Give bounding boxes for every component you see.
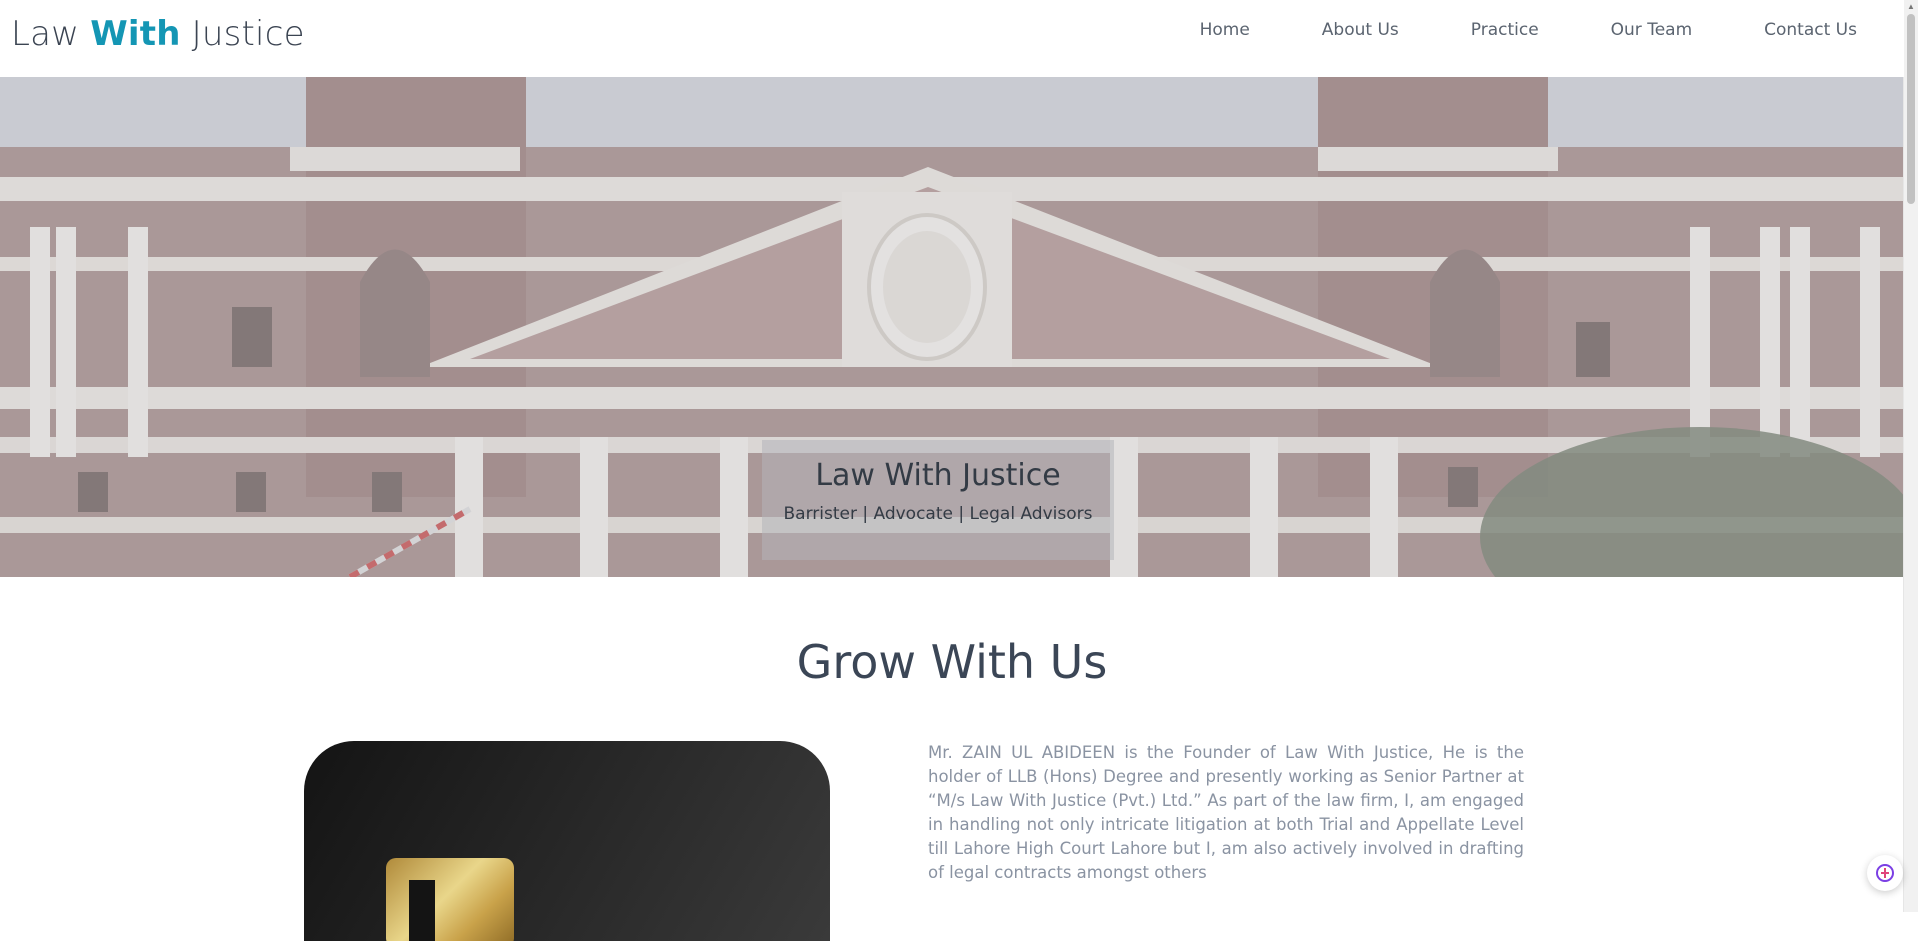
brand-text-with: With [90,14,181,54]
assistant-button[interactable] [1867,855,1903,891]
hero-subtitle: Barrister | Advocate | Legal Advisors [783,504,1093,524]
founder-bio: Mr. ZAIN UL ABIDEEN is the Founder of La… [928,743,1524,882]
hero-title: Law With Justice [815,458,1061,493]
navbar: Law With Justice Home About Us Practice … [0,0,1904,77]
nav-about-us[interactable]: About Us [1322,20,1399,40]
firm-logo-badge [386,858,514,941]
nav-contact-us[interactable]: Contact Us [1764,20,1857,40]
hero-caption: Law With Justice Barrister | Advocate | … [762,440,1114,560]
brand-text-law: Law [11,14,91,54]
brand-logo[interactable]: Law With Justice [11,14,305,54]
hero-banner: Law With Justice Barrister | Advocate | … [0,77,1904,577]
brain-icon [1876,864,1894,882]
founder-card-image [304,741,830,941]
brand-text-justice: Justice [180,14,305,54]
page-scrollbar[interactable]: ▲ [1903,0,1918,912]
scrollbar-thumb[interactable] [1907,14,1915,204]
scroll-up-icon[interactable]: ▲ [1907,2,1915,11]
nav-our-team[interactable]: Our Team [1611,20,1692,40]
logo-bar [409,880,435,941]
section-title: Grow With Us [796,635,1108,689]
nav-home[interactable]: Home [1200,20,1250,40]
nav-practice[interactable]: Practice [1471,20,1539,40]
main-nav: Home About Us Practice Our Team Contact … [1128,20,1857,40]
